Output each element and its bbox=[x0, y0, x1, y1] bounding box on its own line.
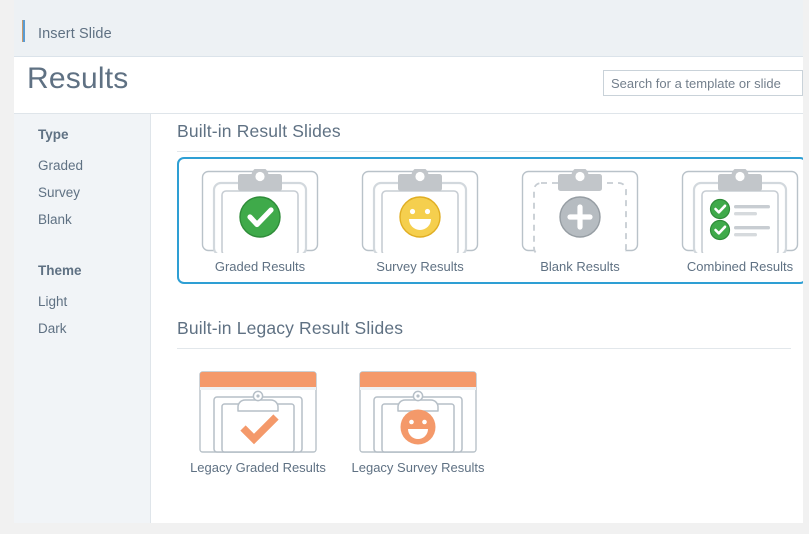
sidebar-item-graded[interactable]: Graded bbox=[14, 152, 150, 179]
search-input[interactable] bbox=[603, 70, 803, 96]
tile-caption-legacy-survey-results: Legacy Survey Results bbox=[351, 460, 485, 475]
tile-graded-results[interactable]: Graded Results bbox=[180, 169, 340, 274]
section-title-legacy: Built-in Legacy Result Slides bbox=[177, 318, 404, 338]
tile-row-legacy: Legacy Graded Results Legacy Survey Resu… bbox=[178, 370, 803, 475]
section-title-built-in: Built-in Result Slides bbox=[177, 121, 341, 141]
legacy-checkmark-orange-icon bbox=[199, 371, 317, 453]
sidebar-group-title-type: Type bbox=[38, 127, 69, 142]
text-caret-icon bbox=[22, 20, 25, 42]
section-divider-legacy bbox=[177, 348, 791, 349]
tile-legacy-graded-results[interactable]: Legacy Graded Results bbox=[178, 370, 338, 475]
sidebar-item-light[interactable]: Light bbox=[14, 288, 150, 315]
tile-caption-graded-results: Graded Results bbox=[214, 259, 306, 274]
tab-insert-slide[interactable]: Insert Slide bbox=[14, 10, 134, 57]
sidebar-group-title-theme: Theme bbox=[38, 263, 82, 278]
page-title: Results bbox=[27, 62, 129, 95]
tile-combined-results[interactable]: Combined Results bbox=[660, 169, 803, 274]
tile-survey-results[interactable]: Survey Results bbox=[340, 169, 500, 274]
clipboard-check-green-icon bbox=[201, 169, 319, 253]
sidebar-item-blank[interactable]: Blank bbox=[14, 206, 150, 233]
sidebar-group-type: Type Graded Survey Blank bbox=[14, 127, 150, 233]
page-header: Results bbox=[14, 57, 803, 114]
dialog-sheet: Results Type Graded Survey Blank Theme L… bbox=[14, 57, 803, 523]
window-right-strip bbox=[803, 0, 809, 534]
sidebar-group-theme: Theme Light Dark bbox=[14, 263, 150, 342]
filter-sidebar: Type Graded Survey Blank Theme Light Dar… bbox=[14, 114, 151, 523]
tile-caption-legacy-graded-results: Legacy Graded Results bbox=[190, 460, 326, 475]
section-divider-built-in bbox=[177, 151, 791, 152]
selection-frame-built-in[interactable]: Graded Results Survey Results Blank Resu… bbox=[177, 157, 803, 284]
sidebar-item-dark[interactable]: Dark bbox=[14, 315, 150, 342]
tab-insert-slide-label: Insert Slide bbox=[38, 25, 112, 42]
tile-blank-results[interactable]: Blank Results bbox=[500, 169, 660, 274]
tile-row-built-in: Graded Results Survey Results Blank Resu… bbox=[180, 169, 803, 274]
tab-strip-gutter bbox=[0, 0, 14, 57]
clipboard-smiley-yellow-icon bbox=[361, 169, 479, 253]
legacy-smiley-orange-icon bbox=[359, 371, 477, 453]
tile-legacy-survey-results[interactable]: Legacy Survey Results bbox=[338, 370, 498, 475]
slide-template-gallery: Built-in Result Slides Graded Results Su… bbox=[152, 114, 803, 523]
sidebar-item-survey[interactable]: Survey bbox=[14, 179, 150, 206]
section-built-in-legacy-result-slides: Built-in Legacy Result Slides Legacy Gra… bbox=[152, 318, 803, 475]
window-bottom-strip bbox=[0, 523, 809, 534]
tile-caption-survey-results: Survey Results bbox=[376, 259, 464, 274]
tile-caption-blank-results: Blank Results bbox=[540, 259, 620, 274]
clipboard-plus-gray-icon bbox=[521, 169, 639, 253]
tile-caption-combined-results: Combined Results bbox=[686, 259, 794, 274]
window-tab-strip: Insert Slide bbox=[0, 0, 809, 57]
clipboard-checklist-green-icon bbox=[681, 169, 799, 253]
section-built-in-result-slides: Built-in Result Slides Graded Results Su… bbox=[152, 121, 803, 284]
